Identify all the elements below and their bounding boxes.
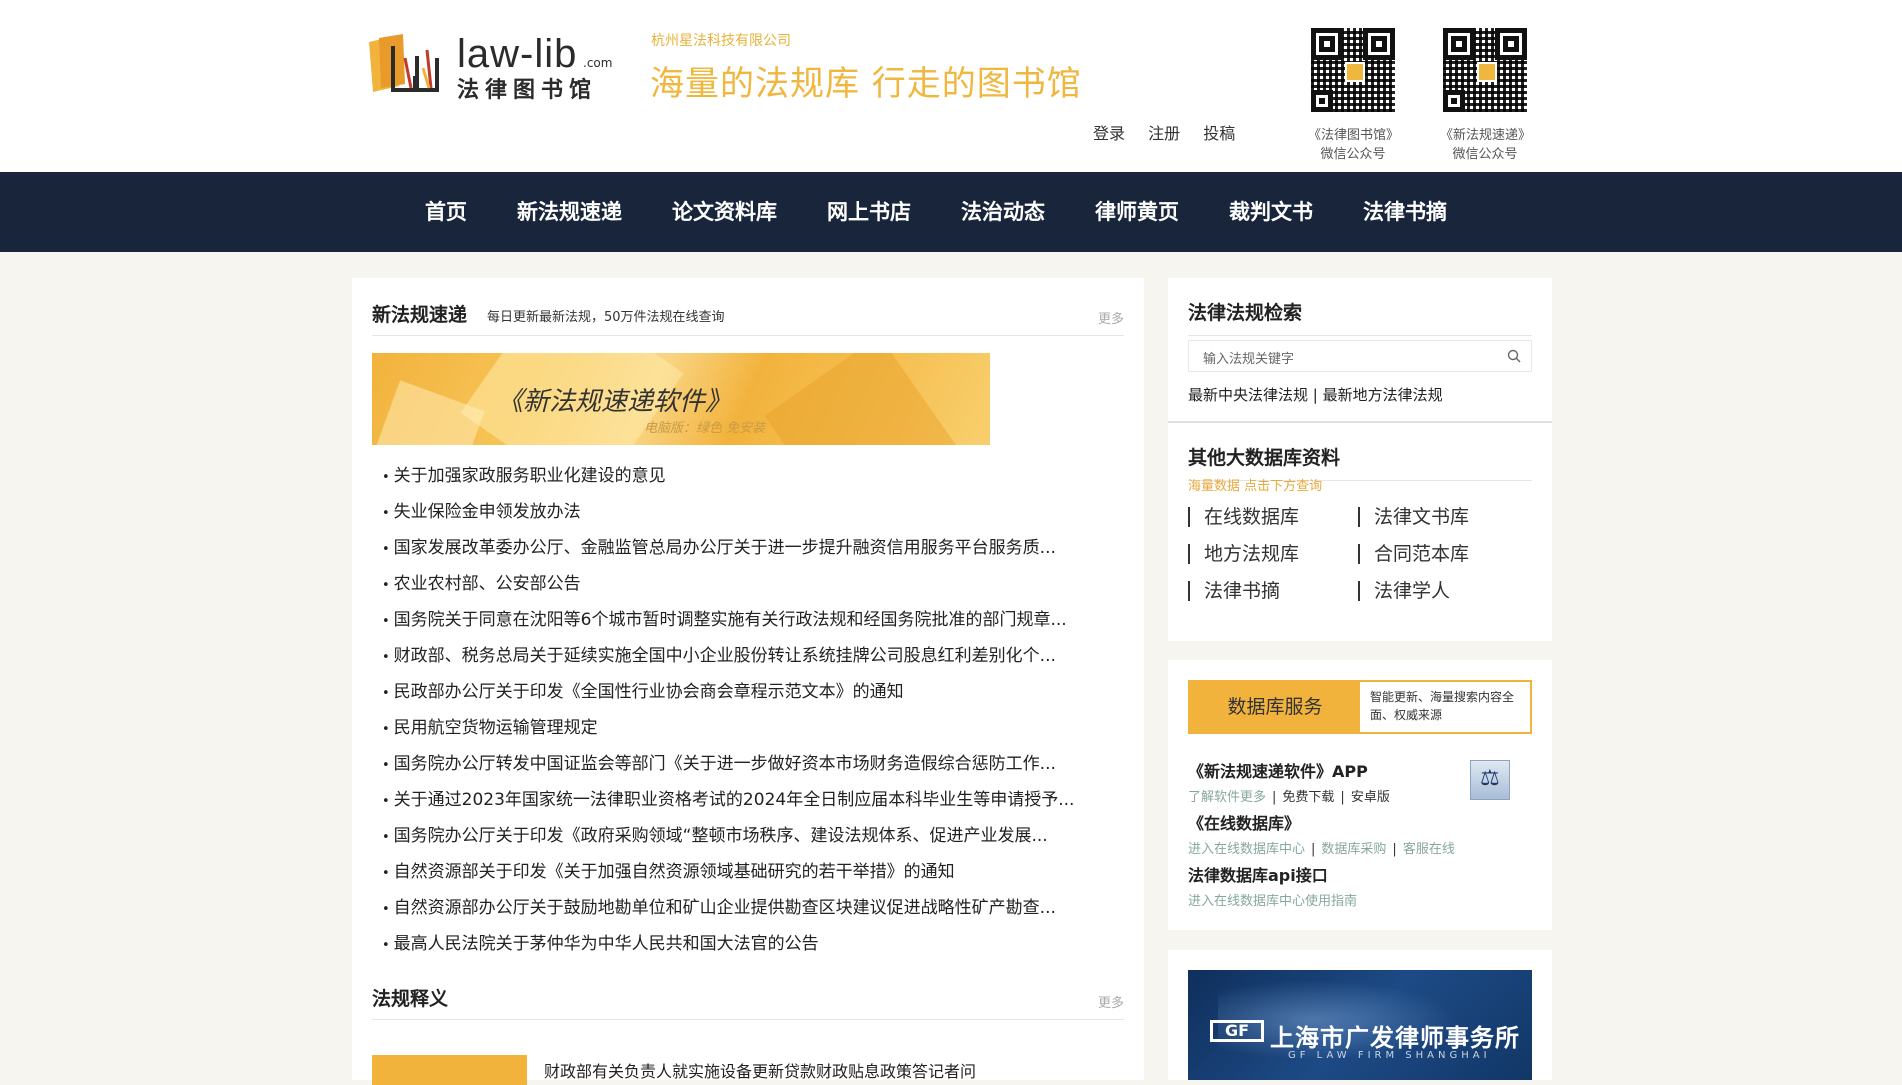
scales-app-icon[interactable] bbox=[1470, 760, 1510, 800]
list-item[interactable]: 关于通过2023年国家统一法律职业资格考试的2024年全日制应届本科毕业生等申请… bbox=[382, 782, 1122, 818]
qr-caption-line1: 《法律图书馆》 bbox=[1308, 128, 1400, 143]
section-header-new-laws: 新法规速递 每日更新最新法规，50万件法规在线查询 更多 bbox=[372, 278, 1124, 336]
app-links: 了解软件更多 | 免费下载 | 安卓版 bbox=[1188, 790, 1390, 805]
qr-code-lawlib: 《法律图书馆》 微信公众号 bbox=[1308, 26, 1400, 162]
free-download-link[interactable]: 免费下载 bbox=[1282, 790, 1334, 805]
search-placeholder: 输入法规关键字 bbox=[1203, 352, 1295, 367]
nav-item-home[interactable]: 首页 bbox=[400, 172, 492, 252]
qr-caption-line1: 《新法规速递》 bbox=[1440, 128, 1532, 143]
list-item[interactable]: 国务院办公厅关于印发《政府采购领域“整顿市场秩序、建设法规体系、促进产业发展..… bbox=[382, 818, 1122, 854]
database-link[interactable]: 法律文书库 bbox=[1358, 507, 1469, 527]
online-db-center-link[interactable]: 进入在线数据库中心 bbox=[1188, 842, 1305, 857]
software-banner[interactable]: 《新法规速递软件》 电脑版：绿色 免安装 bbox=[372, 353, 990, 445]
ad-panel: GF 上海市广发律师事务所 GF LAW FIRM SHANGHAI bbox=[1168, 950, 1552, 1080]
nav-item-papers[interactable]: 论文资料库 bbox=[647, 172, 802, 252]
list-item[interactable]: 自然资源部关于印发《关于加强自然资源领域基础研究的若干举措》的通知 bbox=[382, 854, 1122, 890]
more-link[interactable]: 更多 bbox=[1098, 992, 1124, 1011]
service-label: 数据库服务 bbox=[1190, 682, 1360, 732]
logo-text-en: law-lib bbox=[457, 32, 578, 76]
database-link[interactable]: 地方法规库 bbox=[1188, 544, 1299, 564]
search-quick-links: 最新中央法律法规 | 最新地方法律法规 bbox=[1188, 386, 1443, 404]
firm-name-en: GF LAW FIRM SHANGHAI bbox=[1288, 1050, 1491, 1061]
section-title: 法规释义 bbox=[372, 988, 449, 1010]
banner-subtitle: 电脑版：绿色 免安装 bbox=[644, 421, 766, 436]
api-guide-link[interactable]: 进入在线数据库中心使用指南 bbox=[1188, 894, 1357, 909]
register-link[interactable]: 注册 bbox=[1148, 124, 1180, 143]
qr-caption-line2: 微信公众号 bbox=[1320, 147, 1386, 162]
logo-text-com: .com bbox=[583, 56, 613, 70]
android-link[interactable]: 安卓版 bbox=[1351, 790, 1390, 805]
list-item[interactable]: 民政部办公厅关于印发《全国性行业协会商会章程示范文本》的通知 bbox=[382, 674, 1122, 710]
site-slogan: 海量的法规库 行走的图书馆 bbox=[650, 64, 1082, 104]
firm-logo: GF bbox=[1210, 1020, 1264, 1042]
login-link[interactable]: 登录 bbox=[1093, 124, 1125, 143]
db-purchase-link[interactable]: 数据库采购 bbox=[1321, 842, 1386, 857]
nav-item-bookstore[interactable]: 网上书店 bbox=[802, 172, 936, 252]
panel-hint: 海量数据 点击下方查询 bbox=[1188, 479, 1323, 494]
list-item[interactable]: 最高人民法院关于茅仲华为中华人民共和国大法官的公告 bbox=[382, 926, 1122, 962]
local-laws-link[interactable]: 最新地方法律法规 bbox=[1323, 386, 1443, 404]
app-title[interactable]: 《新法规速递软件》APP bbox=[1188, 758, 1368, 782]
more-link[interactable]: 更多 bbox=[1098, 308, 1124, 327]
nav-item-judgments[interactable]: 裁判文书 bbox=[1204, 172, 1338, 252]
main-nav: 首页 新法规速递 论文资料库 网上书店 法治动态 律师黄页 裁判文书 法律书摘 bbox=[0, 172, 1902, 252]
database-link[interactable]: 法律书摘 bbox=[1188, 581, 1280, 601]
section-subtitle: 每日更新最新法规，50万件法规在线查询 bbox=[487, 310, 725, 325]
search-input[interactable]: 输入法规关键字 bbox=[1188, 340, 1532, 372]
list-item[interactable]: 财政部有关负责人就实施设备更新贷款财政贴息政策答记者问 bbox=[544, 1058, 976, 1082]
panel-title: 法律法规检索 bbox=[1188, 298, 1532, 336]
list-item[interactable]: 国家发展改革委办公厅、金融监管总局办公厅关于进一步提升融资信用服务平台服务质..… bbox=[382, 530, 1122, 566]
list-item[interactable]: 关于加强家政服务职业化建设的意见 bbox=[382, 458, 1122, 494]
list-item[interactable]: 自然资源部办公厅关于鼓励地勘单位和矿山企业提供勘查区块建议促进战略性矿产勘查..… bbox=[382, 890, 1122, 926]
section-title: 新法规速递 bbox=[372, 304, 468, 326]
api-title[interactable]: 法律数据库api接口 bbox=[1188, 862, 1328, 886]
list-item[interactable]: 国务院办公厅转发中国证监会等部门《关于进一步做好资本市场财务造假综合惩防工作..… bbox=[382, 746, 1122, 782]
list-item[interactable]: 失业保险金申领发放办法 bbox=[382, 494, 1122, 530]
law-firm-ad[interactable]: GF 上海市广发律师事务所 GF LAW FIRM SHANGHAI bbox=[1188, 970, 1532, 1080]
database-link[interactable]: 合同范本库 bbox=[1358, 544, 1469, 564]
account-links: 登录 注册 投稿 bbox=[1093, 120, 1253, 144]
site-logo[interactable]: law-lib .com 法律图书馆 bbox=[365, 28, 615, 103]
list-item[interactable]: 财政部、税务总局关于延续实施全国中小企业股份转让系统挂牌公司股息红利差别化个..… bbox=[382, 638, 1122, 674]
new-laws-list: 关于加强家政服务职业化建设的意见 失业保险金申领发放办法 国家发展改革委办公厅、… bbox=[382, 458, 1122, 962]
qr-code-newlaw: 《新法规速递》 微信公众号 bbox=[1440, 26, 1532, 162]
book-logo-icon bbox=[369, 34, 439, 92]
main-content: 新法规速递 每日更新最新法规，50万件法规在线查询 更多 《新法规速递软件》 电… bbox=[352, 278, 1144, 1085]
list-item[interactable]: 国务院关于同意在沈阳等6个城市暂时调整实施有关行政法规和经国务院批准的部门规章.… bbox=[382, 602, 1122, 638]
service-description: 智能更新、海量搜索内容全面、权威来源 bbox=[1370, 690, 1515, 722]
online-db-links: 进入在线数据库中心 | 数据库采购 | 客服在线 bbox=[1188, 842, 1455, 857]
online-db-title[interactable]: 《在线数据库》 bbox=[1188, 810, 1300, 834]
law-search-panel: 法律法规检索 输入法规关键字 最新中央法律法规 | 最新地方法律法规 bbox=[1168, 278, 1552, 423]
nav-item-book-digest[interactable]: 法律书摘 bbox=[1338, 172, 1472, 252]
database-service-panel: 数据库服务 智能更新、海量搜索内容全面、权威来源 《新法规速递软件》APP 了解… bbox=[1168, 660, 1552, 930]
learn-more-link[interactable]: 了解软件更多 bbox=[1188, 790, 1266, 805]
api-links: 进入在线数据库中心使用指南 bbox=[1188, 890, 1357, 909]
site-header: law-lib .com 法律图书馆 杭州星法科技有限公司 海量的法规库 行走的… bbox=[0, 0, 1902, 172]
databases-panel: 其他大数据库资料 海量数据 点击下方查询 在线数据库 法律文书库 地方法规库 合… bbox=[1168, 423, 1552, 641]
company-name: 杭州星法科技有限公司 bbox=[651, 33, 791, 49]
list-item[interactable]: 民用航空货物运输管理规定 bbox=[382, 710, 1122, 746]
qr-code-icon bbox=[1441, 26, 1529, 114]
nav-item-legal-news[interactable]: 法治动态 bbox=[936, 172, 1070, 252]
database-link[interactable]: 在线数据库 bbox=[1188, 507, 1299, 527]
qr-code-icon bbox=[1309, 26, 1397, 114]
nav-item-lawyer-pages[interactable]: 律师黄页 bbox=[1070, 172, 1204, 252]
service-banner[interactable]: 数据库服务 智能更新、海量搜索内容全面、权威来源 bbox=[1188, 680, 1532, 734]
interpretation-banner[interactable] bbox=[372, 1055, 527, 1085]
list-item[interactable]: 农业农村部、公安部公告 bbox=[382, 566, 1122, 602]
nav-item-new-laws[interactable]: 新法规速递 bbox=[492, 172, 647, 252]
customer-service-link[interactable]: 客服在线 bbox=[1403, 842, 1455, 857]
submit-link[interactable]: 投稿 bbox=[1203, 124, 1235, 143]
section-header-interpretation: 法规释义 更多 bbox=[372, 962, 1124, 1020]
database-link[interactable]: 法律学人 bbox=[1358, 581, 1450, 601]
banner-title: 《新法规速递软件》 bbox=[497, 387, 732, 417]
central-laws-link[interactable]: 最新中央法律法规 bbox=[1188, 386, 1308, 404]
search-icon[interactable] bbox=[1507, 349, 1521, 363]
firm-name: 上海市广发律师事务所 bbox=[1270, 1024, 1520, 1052]
qr-caption-line2: 微信公众号 bbox=[1452, 147, 1518, 162]
logo-text-cn: 法律图书馆 bbox=[457, 78, 598, 103]
